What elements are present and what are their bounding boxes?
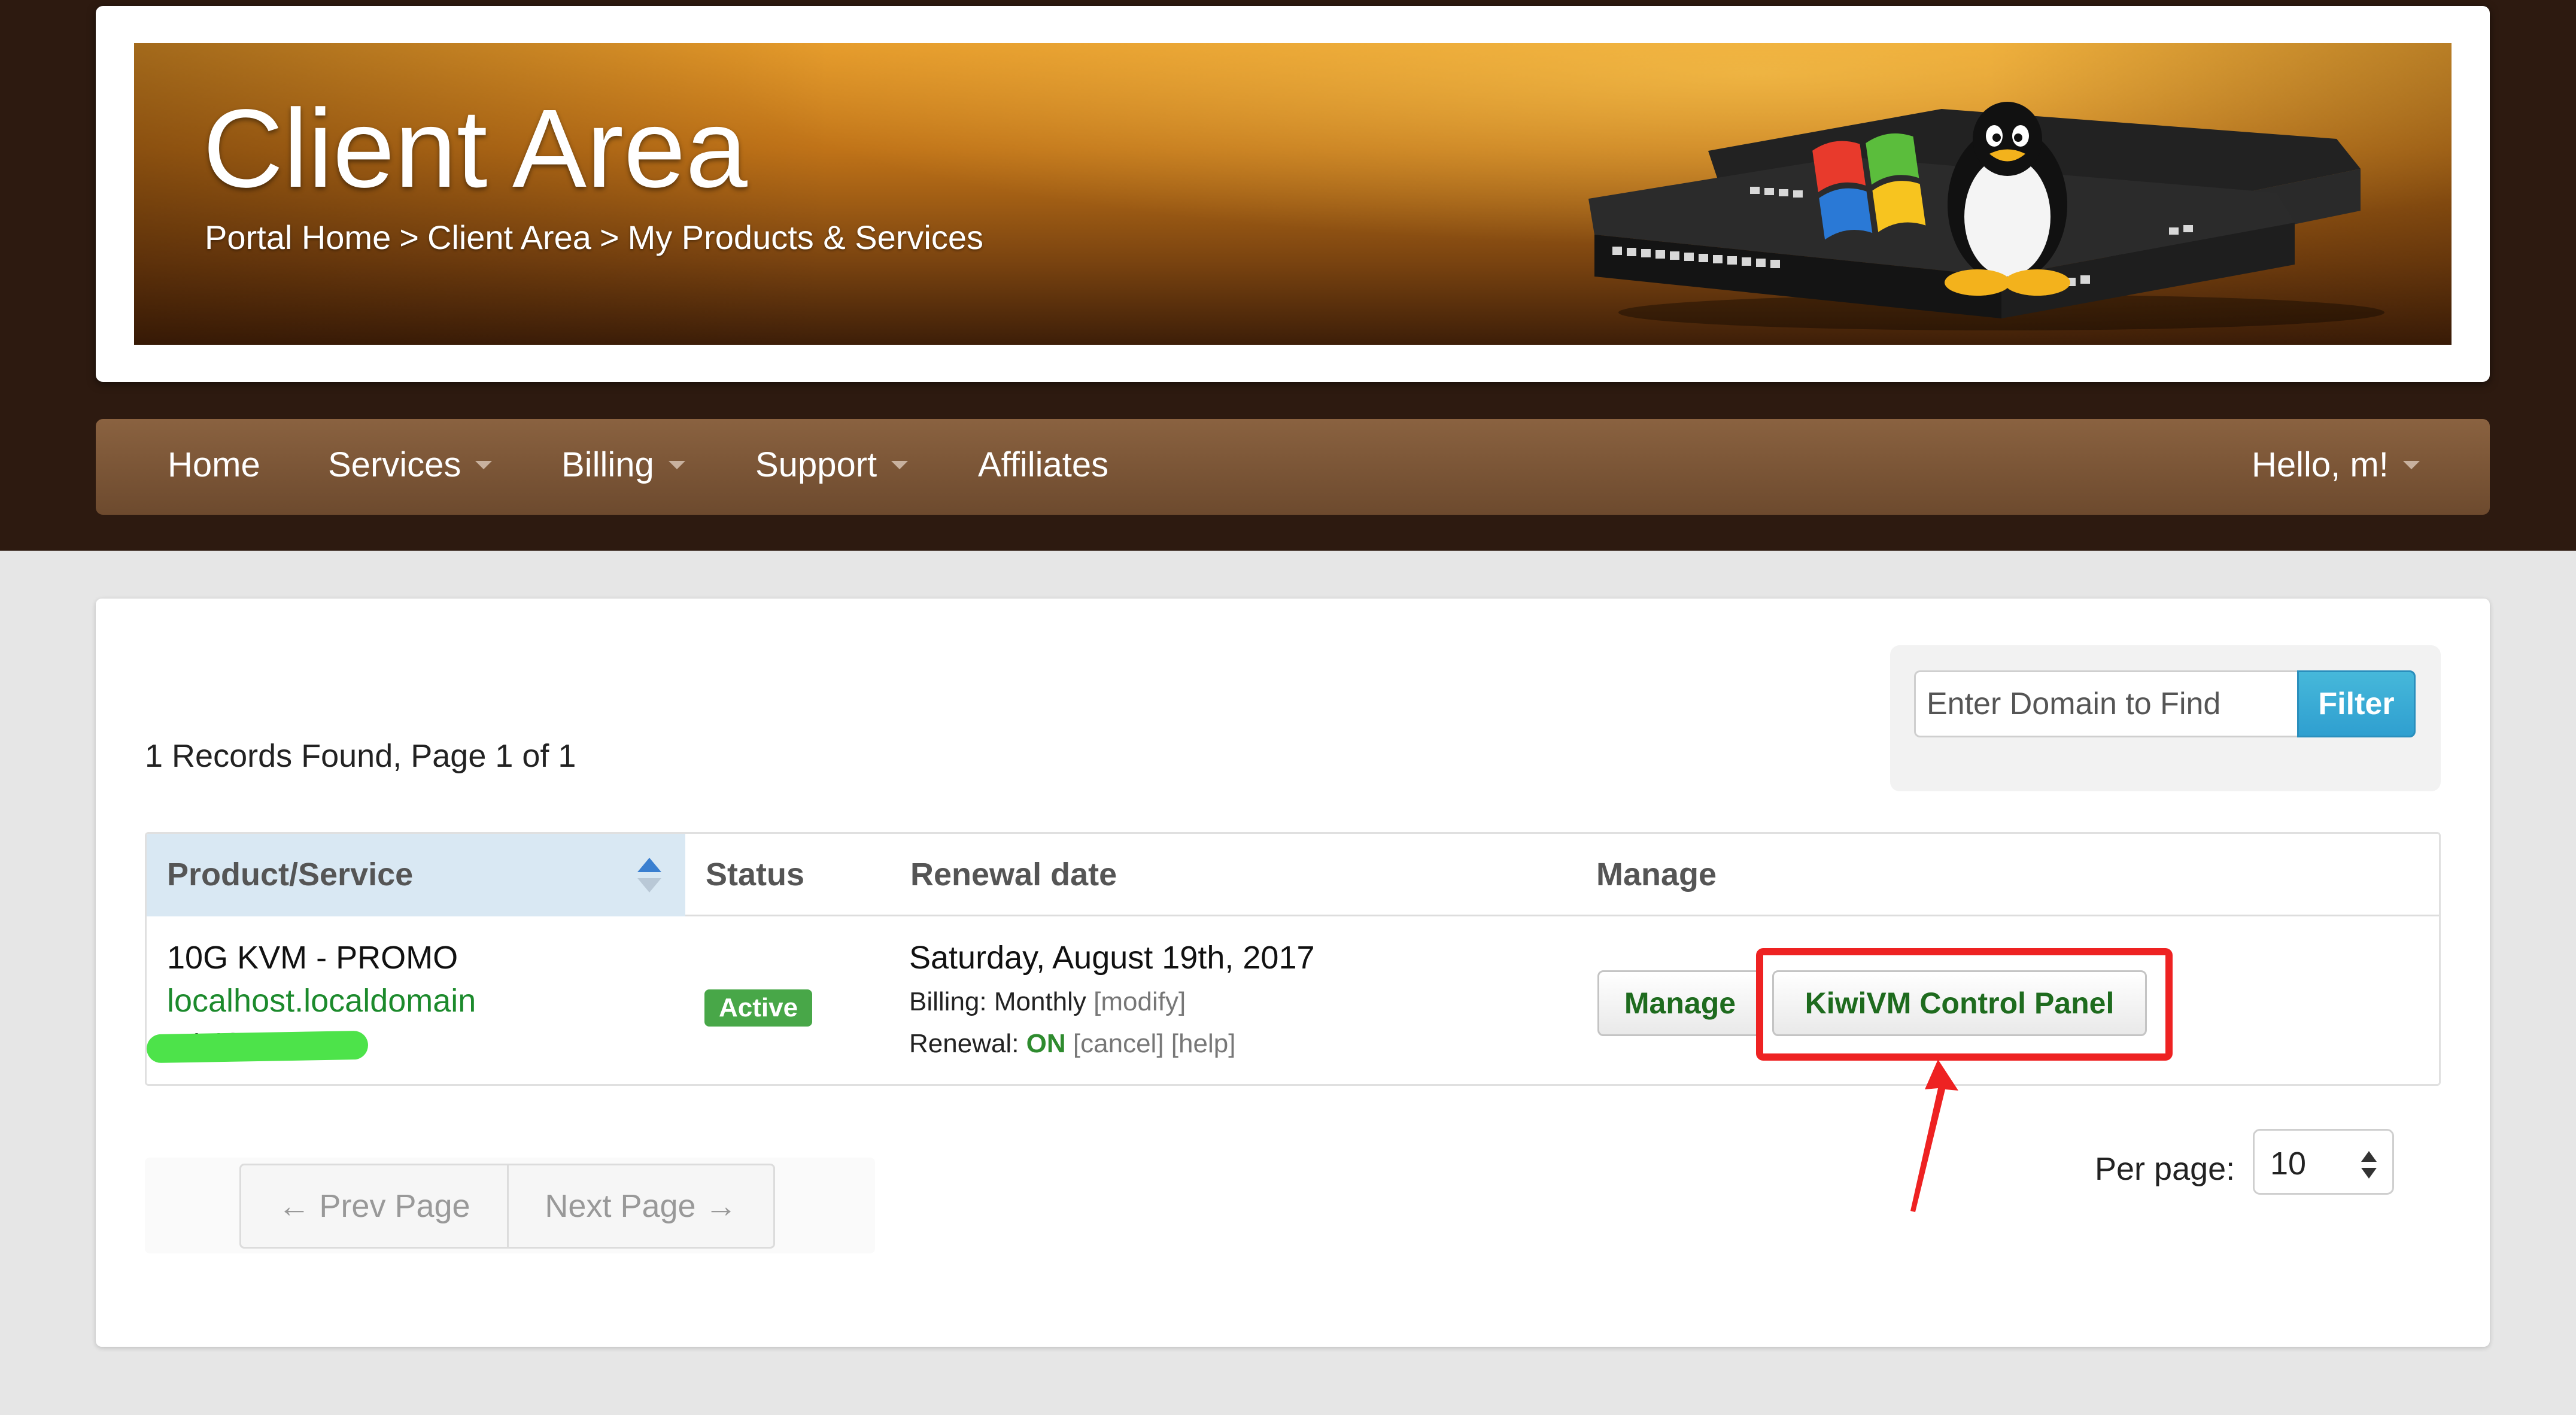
breadcrumb-portal-home[interactable]: Portal Home xyxy=(205,218,391,257)
nav-affiliates[interactable]: Affiliates xyxy=(978,419,1108,515)
chevron-down-icon xyxy=(668,460,685,469)
table-row: 10G KVM - PROMO localhost.localdomain ..… xyxy=(147,916,2439,1084)
breadcrumb-separator: > xyxy=(599,218,619,256)
products-panel: 1 Records Found, Page 1 of 1 Filter Prod… xyxy=(96,599,2490,1347)
per-page-select[interactable]: 10 xyxy=(2253,1129,2394,1195)
status-badge: Active xyxy=(704,989,813,1027)
billing-label: Billing: xyxy=(909,987,987,1016)
domain-search-input[interactable] xyxy=(1914,670,2297,737)
column-header-renewal[interactable]: Renewal date xyxy=(910,834,1117,916)
manage-button[interactable]: Manage xyxy=(1597,970,1763,1036)
kiwivm-control-panel-button[interactable]: KiwiVM Control Panel xyxy=(1772,970,2147,1036)
page-title: Client Area xyxy=(203,87,748,211)
column-header-product[interactable]: Product/Service xyxy=(147,834,685,916)
header-frame: Client Area Portal Home > Client Area > My P… xyxy=(96,6,2490,382)
column-header-status[interactable]: Status xyxy=(706,834,804,916)
renewal-state: ON xyxy=(1026,1029,1066,1058)
nav-support-label: Support xyxy=(755,445,877,484)
nav-billing-label: Billing xyxy=(561,445,654,484)
sort-icon xyxy=(637,858,661,892)
user-menu[interactable]: Hello, m! xyxy=(2252,419,2420,515)
breadcrumb-separator: > xyxy=(399,218,419,256)
chevron-down-icon xyxy=(475,460,493,469)
select-arrows-icon xyxy=(2361,1151,2377,1179)
prev-page-button[interactable]: ← Prev Page xyxy=(239,1164,509,1249)
cancel-link-text: cancel xyxy=(1080,1029,1157,1058)
table-header: Product/Service Status Renewal date Mana… xyxy=(147,834,2439,916)
redaction-mark xyxy=(147,1030,369,1064)
renewal-date: Saturday, August 19th, 2017 xyxy=(909,940,1315,976)
main-navbar: Home Services Billing Support Affiliates… xyxy=(96,419,2490,515)
cancel-link[interactable]: [cancel] xyxy=(1073,1029,1164,1058)
products-table: Product/Service Status Renewal date Mana… xyxy=(145,832,2441,1086)
column-header-manage: Manage xyxy=(1596,857,1717,892)
modify-link[interactable]: [modify] xyxy=(1093,987,1186,1016)
arrow-annotation-icon xyxy=(1910,1059,1958,1212)
nav-billing[interactable]: Billing xyxy=(561,419,685,515)
modify-link-text: modify xyxy=(1101,987,1178,1016)
chevron-down-icon xyxy=(2402,460,2420,469)
nav-home[interactable]: Home xyxy=(168,419,260,515)
renewal-label: Renewal: xyxy=(909,1029,1019,1058)
user-menu-label: Hello, m! xyxy=(2252,445,2389,484)
help-link-text: help xyxy=(1178,1029,1229,1058)
billing-cycle: Monthly xyxy=(994,987,1086,1016)
header-banner: Client Area Portal Home > Client Area > My P… xyxy=(134,43,2452,345)
next-page-button[interactable]: Next Page → xyxy=(507,1164,775,1249)
nav-services-label: Services xyxy=(328,445,461,484)
per-page-label: Per page: xyxy=(2095,1151,2235,1187)
server-hardware-illustration xyxy=(1588,102,2384,330)
nav-services[interactable]: Services xyxy=(328,419,493,515)
product-name: 10G KVM - PROMO xyxy=(167,940,458,976)
help-link[interactable]: [help] xyxy=(1171,1029,1236,1058)
breadcrumb-client-area[interactable]: Client Area xyxy=(427,218,591,257)
product-domain-link[interactable]: localhost.localdomain xyxy=(167,982,476,1019)
column-header-product-label: Product/Service xyxy=(167,857,414,892)
nav-home-label: Home xyxy=(168,445,260,484)
chevron-down-icon xyxy=(891,460,909,469)
domain-filter: Filter xyxy=(1890,645,2441,791)
breadcrumb-current: My Products & Services xyxy=(627,218,983,256)
billing-info: Billing: Monthly [modify] xyxy=(909,987,1186,1017)
records-summary: 1 Records Found, Page 1 of 1 xyxy=(145,738,576,774)
breadcrumb: Portal Home > Client Area > My Products & Se… xyxy=(205,218,983,257)
nav-affiliates-label: Affiliates xyxy=(978,445,1109,484)
filter-button[interactable]: Filter xyxy=(2297,670,2416,737)
renewal-info: Renewal: ON [cancel] [help] xyxy=(909,1029,1235,1059)
nav-support[interactable]: Support xyxy=(755,419,909,515)
per-page-value: 10 xyxy=(2270,1146,2307,1182)
